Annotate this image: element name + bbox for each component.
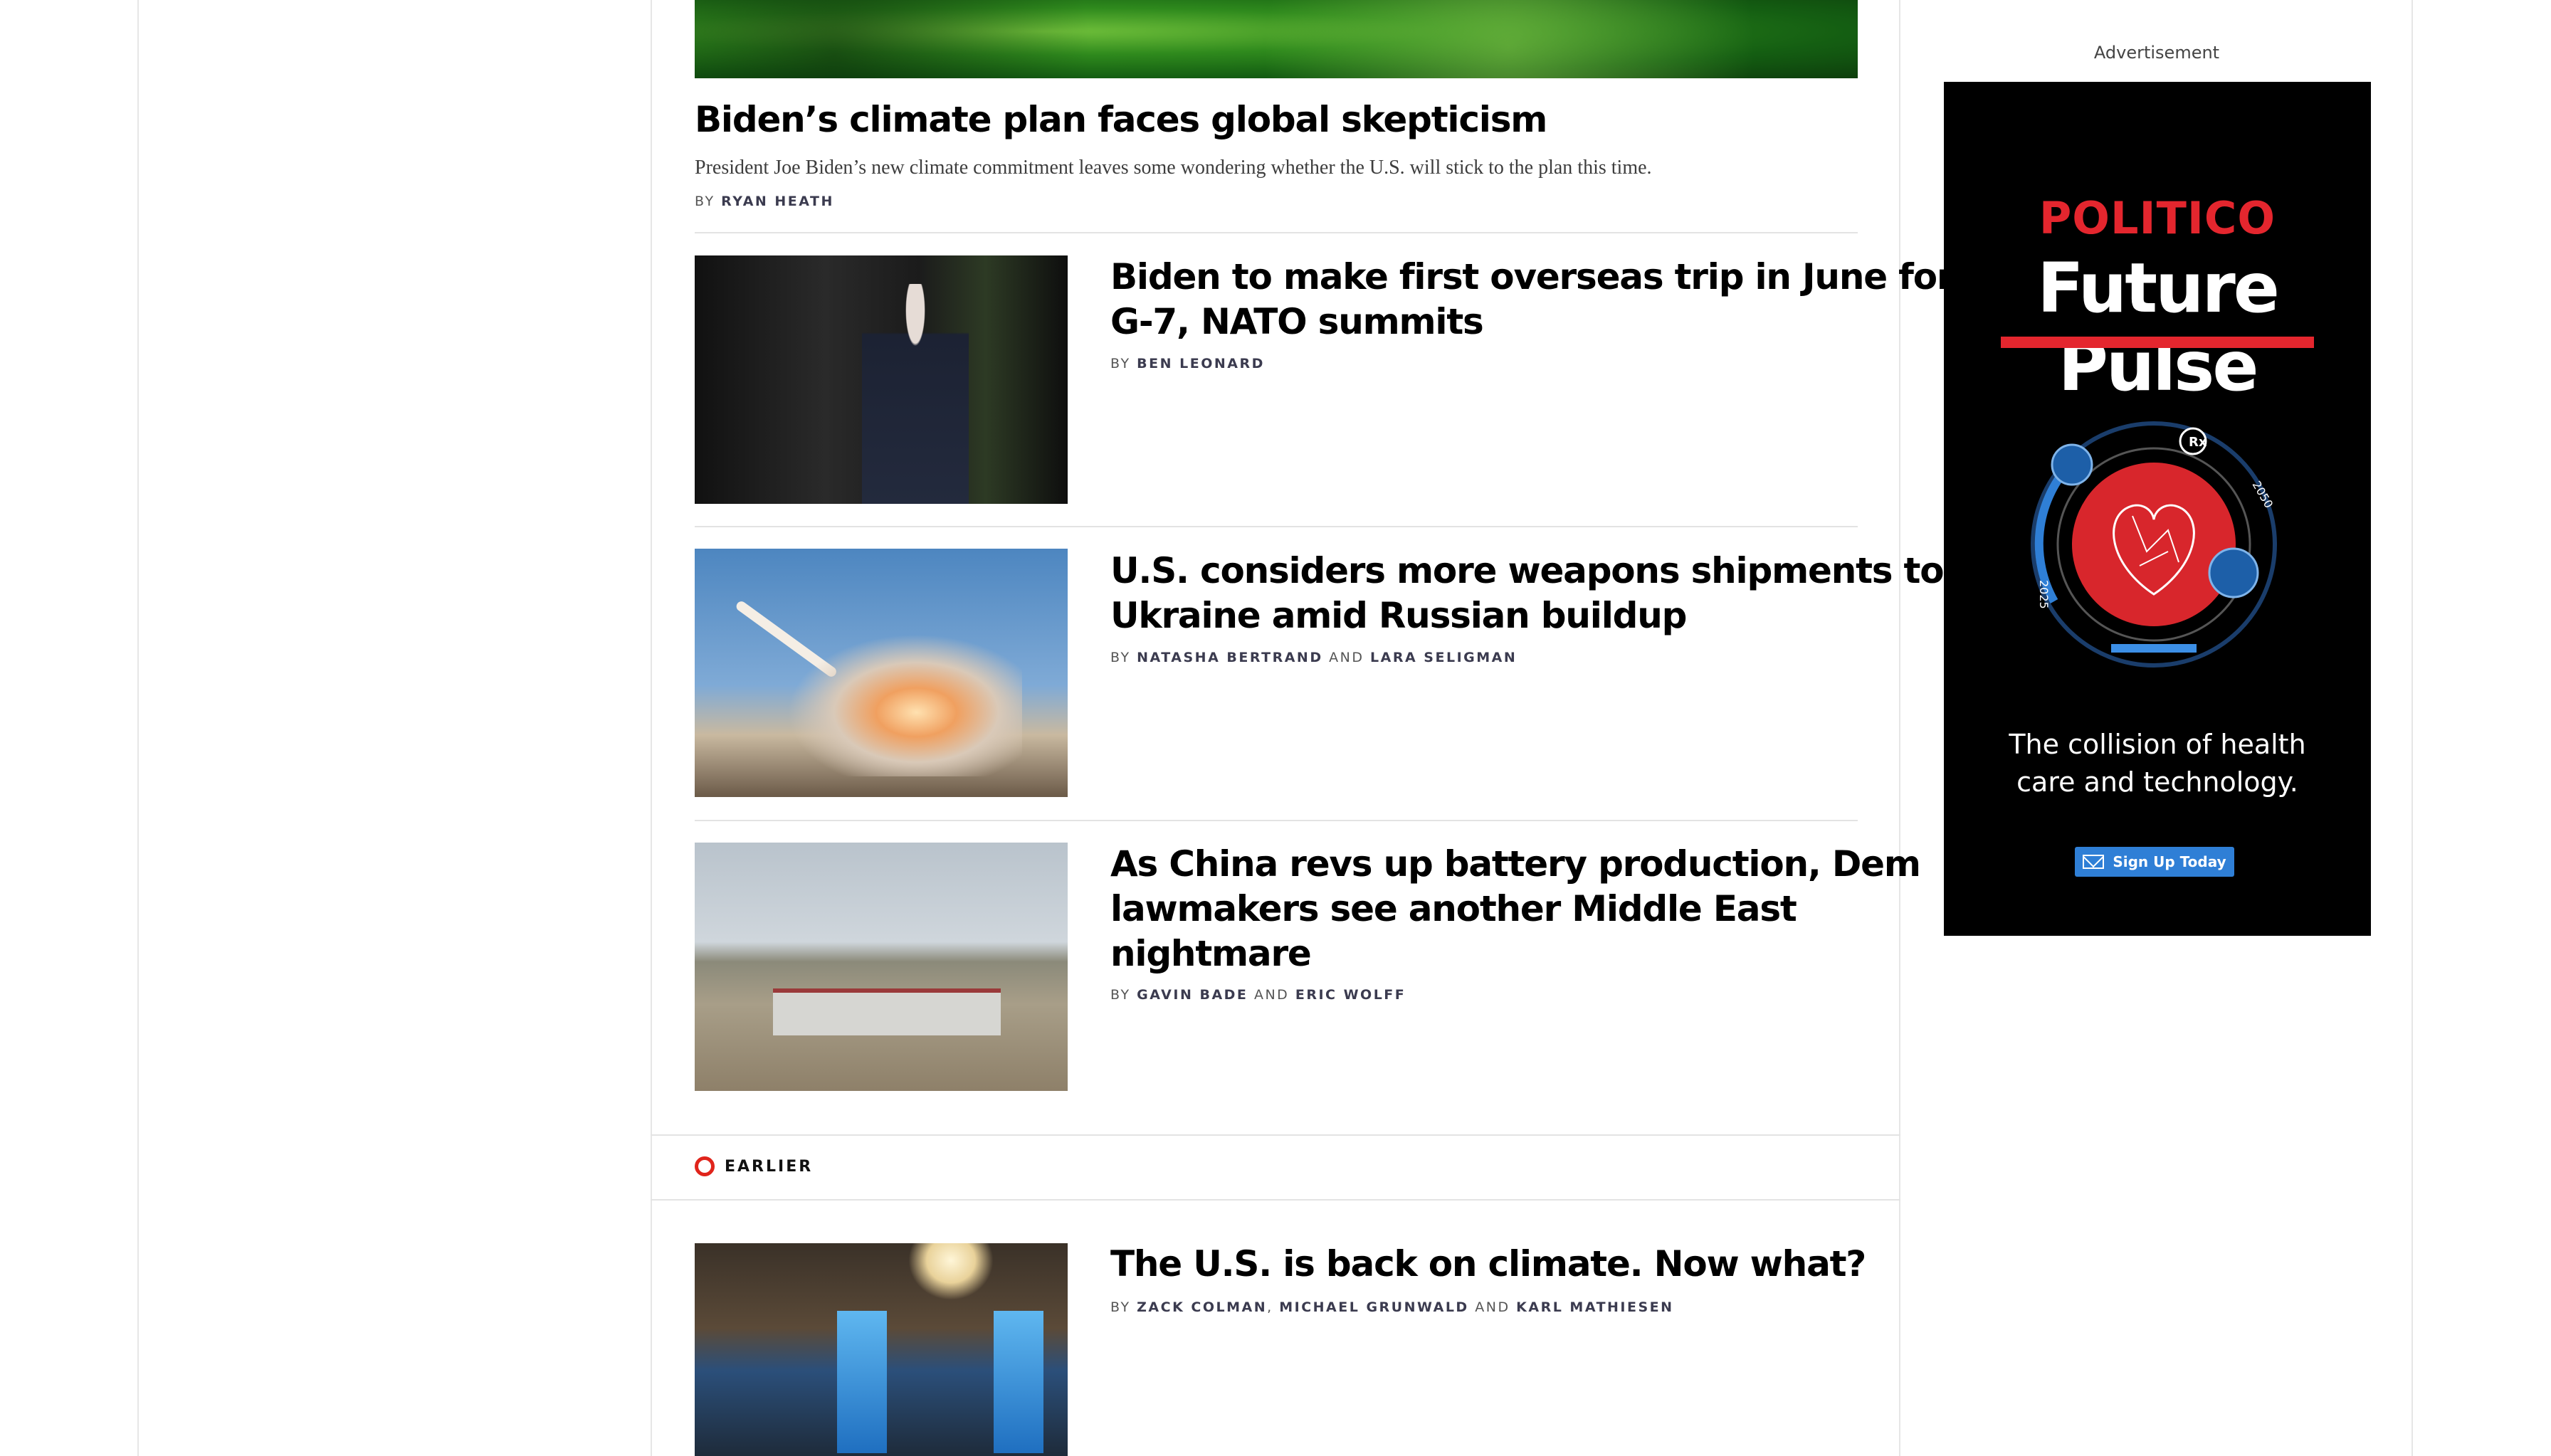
ad-tagline: The collision of health care and technolo… bbox=[2009, 729, 2306, 798]
article-byline: By Ben Leonard bbox=[1110, 356, 1265, 371]
section-divider bbox=[651, 1134, 1900, 1136]
author-link[interactable]: Zack Colman bbox=[1137, 1299, 1267, 1315]
sign-up-button[interactable]: Sign Up Today bbox=[2075, 847, 2234, 877]
author-link[interactable]: Eric Wolff bbox=[1295, 987, 1406, 1003]
sign-up-label: Sign Up Today bbox=[2113, 853, 2226, 870]
divider bbox=[695, 526, 1858, 527]
divider bbox=[695, 820, 1858, 821]
circle-icon bbox=[695, 1156, 715, 1176]
author-link[interactable]: Michael Grunwald bbox=[1279, 1299, 1468, 1315]
feed-right-border bbox=[1899, 0, 1900, 1456]
section-label: EARLIER bbox=[725, 1157, 814, 1176]
article-byline: By Zack Colman, Michael Grunwald and Kar… bbox=[1110, 1299, 1674, 1315]
author-link[interactable]: Natasha Bertrand bbox=[1137, 650, 1322, 665]
article-thumbnail[interactable] bbox=[695, 843, 1068, 1091]
article-byline: By Ryan Heath bbox=[695, 194, 834, 209]
divider bbox=[695, 232, 1858, 233]
svg-text:Rx: Rx bbox=[2189, 435, 2207, 450]
ad-underline-bar bbox=[2001, 337, 2314, 348]
svg-text:2050: 2050 bbox=[2250, 479, 2276, 511]
article-headline[interactable]: Biden’s climate plan faces global skepti… bbox=[695, 97, 1547, 142]
article-headline[interactable]: As China revs up battery production, Dem… bbox=[1110, 842, 1921, 976]
advertisement-banner[interactable]: POLITICO Future Pulse Rx 2050 2025 The c… bbox=[1944, 82, 2371, 936]
mail-icon bbox=[2083, 855, 2105, 869]
ad-title: Future Pulse bbox=[2037, 248, 2280, 406]
author-link[interactable]: Lara Seligman bbox=[1370, 650, 1517, 665]
heart-tech-illustration: Rx 2050 2025 bbox=[2031, 421, 2277, 668]
article-dek: President Joe Biden’s new climate commit… bbox=[695, 157, 1652, 179]
svg-text:2025: 2025 bbox=[2037, 580, 2051, 609]
article-hero-image[interactable] bbox=[695, 0, 1858, 78]
advertisement-label: Advertisement bbox=[2093, 43, 2220, 63]
right-page-border bbox=[2411, 0, 2413, 1456]
article-thumbnail[interactable] bbox=[695, 1243, 1068, 1456]
article-byline: By Gavin Bade and Eric Wolff bbox=[1110, 987, 1406, 1003]
author-link[interactable]: Karl Mathiesen bbox=[1516, 1299, 1673, 1315]
left-page-border bbox=[137, 0, 139, 1456]
article-headline[interactable]: The U.S. is back on climate. Now what? bbox=[1110, 1242, 1866, 1287]
section-divider bbox=[651, 1199, 1900, 1201]
author-link[interactable]: Ben Leonard bbox=[1137, 356, 1265, 371]
author-link[interactable]: Gavin Bade bbox=[1137, 987, 1248, 1003]
author-link[interactable]: Ryan Heath bbox=[721, 194, 834, 209]
article-byline: By Natasha Bertrand and Lara Seligman bbox=[1110, 650, 1518, 665]
article-headline[interactable]: Biden to make first overseas trip in Jun… bbox=[1110, 255, 1955, 344]
ad-brand: POLITICO bbox=[2039, 192, 2276, 244]
feed-left-border bbox=[651, 0, 652, 1456]
article-headline[interactable]: U.S. considers more weapons shipments to… bbox=[1110, 549, 1945, 638]
article-thumbnail[interactable] bbox=[695, 549, 1068, 797]
earlier-section-header: EARLIER bbox=[695, 1156, 813, 1176]
article-thumbnail[interactable] bbox=[695, 255, 1068, 504]
